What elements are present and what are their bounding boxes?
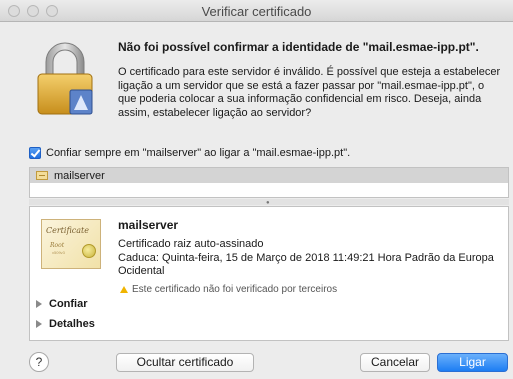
certificate-expiry: Caduca: Quinta-feira, 15 de Março de 201… [118,252,494,277]
certificate-warning: Este certificado não foi verificado por … [118,284,337,295]
section-trust-disclosure[interactable]: Confiar [36,298,88,310]
seal-icon [82,244,96,258]
warning-icon [120,286,128,293]
checkbox-checked-icon[interactable] [29,147,41,159]
dialog-message: O certificado para este servidor é invál… [118,66,501,119]
trust-always-checkbox[interactable]: Confiar sempre em "mailserver" ao ligar … [29,146,350,160]
thumb-small: x509v3 [52,250,65,255]
section-details-label[interactable]: Detalhes [49,318,95,330]
certificate-detail-pane: Certificate Root x509v3 mailserver Certi… [29,206,509,341]
connect-button[interactable]: Ligar [437,353,508,372]
certificate-name: mailserver [118,218,179,232]
help-button[interactable]: ? [29,352,49,372]
certificate-list-item[interactable]: mailserver [30,168,508,183]
certificate-list[interactable]: mailserver [29,167,509,198]
section-details-disclosure[interactable]: Detalhes [36,318,95,330]
verify-certificate-window: Verificar certificado Não foi possível c… [0,0,513,379]
title-bar[interactable]: Verificar certificado [0,0,513,22]
section-trust-label[interactable]: Confiar [49,298,88,310]
certificate-list-item-label: mailserver [54,169,105,182]
certificate-type: Certificado raiz auto-assinado [118,238,264,250]
disclosure-triangle-icon[interactable] [36,320,42,328]
disclosure-triangle-icon[interactable] [36,300,42,308]
thumb-title: Certificate [46,226,89,235]
certificate-warning-text: Este certificado não foi verificado por … [132,284,338,295]
trust-always-label[interactable]: Confiar sempre em "mailserver" ao ligar … [46,147,350,159]
thumb-subtitle: Root [50,242,65,249]
certificate-icon [36,171,48,180]
hide-certificate-button[interactable]: Ocultar certificado [116,353,254,372]
window-title: Verificar certificado [201,4,312,19]
dialog-headline: Não foi possível confirmar a identidade … [118,40,479,54]
cancel-button[interactable]: Cancelar [360,353,430,372]
certificate-thumbnail-icon: Certificate Root x509v3 [41,219,101,269]
lock-icon [34,40,96,118]
